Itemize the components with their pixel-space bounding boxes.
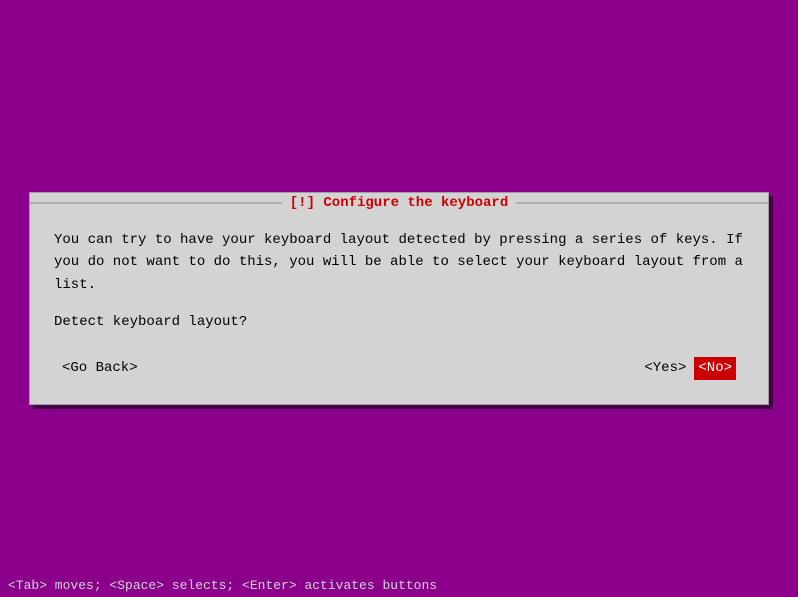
- dialog-question: Detect keyboard layout?: [54, 312, 744, 333]
- yes-button[interactable]: <Yes>: [644, 358, 686, 379]
- no-button[interactable]: <No>: [694, 357, 736, 380]
- configure-keyboard-dialog: [!] Configure the keyboard You can try t…: [29, 192, 769, 405]
- dialog-title: [!] Configure the keyboard: [282, 195, 516, 211]
- status-bar-text: <Tab> moves; <Space> selects; <Enter> ac…: [8, 578, 437, 593]
- dialog-message: You can try to have your keyboard layout…: [54, 229, 744, 296]
- dialog-titlebar: [!] Configure the keyboard: [30, 193, 768, 213]
- dialog-content: You can try to have your keyboard layout…: [30, 213, 768, 404]
- right-buttons: <Yes> <No>: [644, 357, 736, 380]
- dialog-buttons: <Go Back> <Yes> <No>: [54, 353, 744, 388]
- go-back-button[interactable]: <Go Back>: [62, 358, 138, 379]
- status-bar: <Tab> moves; <Space> selects; <Enter> ac…: [0, 573, 798, 597]
